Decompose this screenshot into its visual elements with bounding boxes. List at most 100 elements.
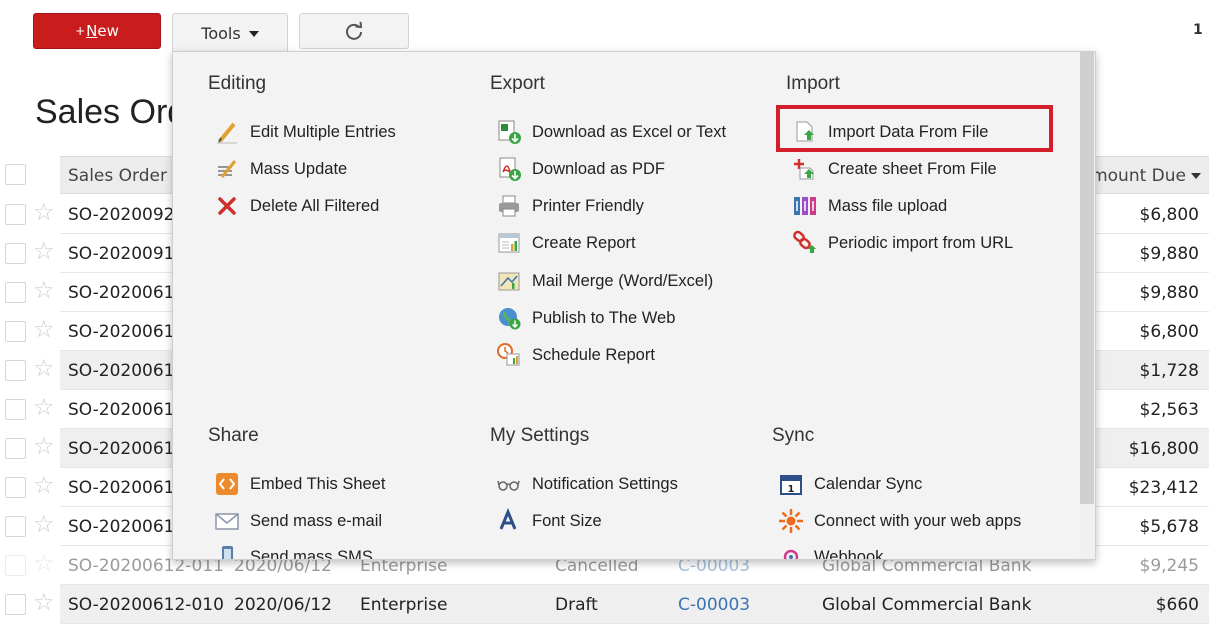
row-checkbox[interactable] bbox=[5, 399, 26, 420]
row-checkbox[interactable] bbox=[5, 477, 26, 498]
menu-item-label: Download as Excel or Text bbox=[532, 122, 727, 141]
menu-item-webhook[interactable]: Webhook bbox=[777, 542, 884, 560]
star-icon[interactable]: ☆ bbox=[33, 278, 55, 302]
envelope-icon bbox=[213, 507, 241, 535]
row-checkbox[interactable] bbox=[5, 516, 26, 537]
menu-item-printer-friendly[interactable]: Printer Friendly bbox=[495, 191, 644, 221]
menu-item-download-pdf[interactable]: Download as PDF bbox=[495, 154, 665, 184]
menu-item-download-excel[interactable]: Download as Excel or Text bbox=[495, 117, 726, 147]
cell-amount: $2,563 bbox=[1139, 400, 1199, 420]
menu-item-label: Create sheet From File bbox=[828, 159, 997, 178]
excel-download-icon bbox=[495, 118, 523, 146]
cell-amount: $16,800 bbox=[1128, 439, 1199, 459]
caret-down-icon bbox=[248, 30, 259, 37]
embed-icon bbox=[213, 470, 241, 498]
star-icon[interactable]: ☆ bbox=[33, 317, 55, 341]
delete-x-icon bbox=[213, 192, 241, 220]
section-title-my-settings: My Settings bbox=[490, 425, 590, 446]
row-checkbox[interactable] bbox=[5, 360, 26, 381]
star-icon[interactable]: ☆ bbox=[33, 590, 55, 614]
menu-item-label: Connect with your web apps bbox=[814, 511, 1022, 530]
menu-item-notification-settings[interactable]: Notification Settings bbox=[495, 469, 678, 499]
star-icon[interactable]: ☆ bbox=[33, 512, 55, 536]
cell-order: SO-20200615 bbox=[68, 283, 174, 303]
menu-item-publish-web[interactable]: Publish to The Web bbox=[495, 303, 675, 333]
mail-merge-icon bbox=[495, 267, 523, 295]
menu-item-mail-merge[interactable]: Mail Merge (Word/Excel) bbox=[495, 266, 713, 296]
menu-item-send-mass-sms[interactable]: Send mass SMS bbox=[213, 542, 373, 560]
menu-item-label: Font Size bbox=[532, 511, 602, 530]
row-checkbox[interactable] bbox=[5, 204, 26, 225]
star-icon[interactable]: ☆ bbox=[33, 356, 55, 380]
row-checkbox[interactable] bbox=[5, 555, 26, 576]
cell-amount: $6,800 bbox=[1139, 205, 1199, 225]
star-icon[interactable]: ☆ bbox=[33, 395, 55, 419]
cell-amount: $9,880 bbox=[1139, 244, 1199, 264]
star-icon[interactable]: ☆ bbox=[33, 239, 55, 263]
font-size-icon bbox=[495, 507, 523, 535]
menu-item-connect-web-apps[interactable]: Connect with your web apps bbox=[777, 506, 1021, 536]
refresh-button[interactable] bbox=[299, 13, 409, 49]
menu-item-create-sheet-from-file[interactable]: Create sheet From File bbox=[791, 154, 997, 184]
cell-customer-link[interactable]: C-00003 bbox=[678, 595, 750, 615]
new-button[interactable]: + New bbox=[33, 13, 161, 49]
phone-icon bbox=[213, 543, 241, 559]
menu-item-label: Send mass SMS bbox=[250, 547, 373, 560]
menu-item-label: Publish to The Web bbox=[532, 308, 676, 327]
star-icon[interactable]: ☆ bbox=[33, 551, 55, 575]
menu-item-label: Schedule Report bbox=[532, 345, 655, 364]
menu-item-label: Create Report bbox=[532, 233, 636, 252]
menu-item-edit-multiple[interactable]: Edit Multiple Entries bbox=[213, 117, 396, 147]
globe-icon bbox=[495, 304, 523, 332]
tools-label: Tools bbox=[201, 24, 241, 43]
menu-item-label: Printer Friendly bbox=[532, 196, 644, 215]
create-sheet-icon bbox=[791, 155, 819, 183]
cell-order: SO-20200612 bbox=[68, 400, 174, 420]
star-icon[interactable]: ☆ bbox=[33, 473, 55, 497]
cell-status: Draft bbox=[555, 595, 598, 615]
pdf-icon bbox=[495, 155, 523, 183]
cell-order: SO-20200612 bbox=[68, 322, 174, 342]
section-title-editing: Editing bbox=[208, 73, 267, 94]
menu-item-label: Periodic import from URL bbox=[828, 233, 1014, 252]
sunburst-icon bbox=[777, 507, 805, 535]
star-icon[interactable]: ☆ bbox=[33, 200, 55, 224]
menu-scrollbar[interactable] bbox=[1079, 52, 1095, 559]
star-icon[interactable]: ☆ bbox=[33, 434, 55, 458]
menu-scrollbar-thumb[interactable] bbox=[1080, 52, 1094, 504]
mass-update-icon bbox=[213, 155, 241, 183]
section-title-export: Export bbox=[490, 73, 545, 94]
cell-amount: $9,880 bbox=[1139, 283, 1199, 303]
menu-item-mass-file-upload[interactable]: Mass file upload bbox=[791, 191, 947, 221]
pager-text: 1 bbox=[1193, 22, 1203, 38]
row-checkbox[interactable] bbox=[5, 321, 26, 342]
menu-item-label: Embed This Sheet bbox=[250, 474, 386, 493]
row-checkbox[interactable] bbox=[5, 438, 26, 459]
column-header-amount[interactable]: Amount Due bbox=[1079, 166, 1201, 186]
select-all-checkbox[interactable] bbox=[5, 164, 26, 185]
menu-item-embed-sheet[interactable]: Embed This Sheet bbox=[213, 469, 385, 499]
menu-item-send-mass-email[interactable]: Send mass e-mail bbox=[213, 506, 382, 536]
row-checkbox[interactable] bbox=[5, 243, 26, 264]
link-chain-icon bbox=[791, 229, 819, 257]
menu-item-label: Notification Settings bbox=[532, 474, 678, 493]
cell-order: SO-20200612 bbox=[68, 361, 174, 381]
tools-button[interactable]: Tools bbox=[172, 13, 288, 53]
table-row[interactable]: ☆ SO-20200612-010 2020/06/12 Enterprise Draf… bbox=[0, 585, 1209, 624]
menu-item-schedule-report[interactable]: Schedule Report bbox=[495, 340, 655, 370]
menu-item-calendar-sync[interactable]: 1 Calendar Sync bbox=[777, 469, 922, 499]
menu-item-create-report[interactable]: Create Report bbox=[495, 228, 636, 258]
row-checkbox[interactable] bbox=[5, 594, 26, 615]
menu-item-delete-all-filtered[interactable]: Delete All Filtered bbox=[213, 191, 379, 221]
column-header-order[interactable]: Sales Order # bbox=[68, 166, 187, 186]
menu-item-font-size[interactable]: Font Size bbox=[495, 506, 602, 536]
cell-date: 2020/06/12 bbox=[234, 595, 332, 615]
cell-type: Enterprise bbox=[360, 595, 448, 615]
menu-item-label: Webhook bbox=[814, 547, 884, 560]
row-checkbox[interactable] bbox=[5, 282, 26, 303]
menu-item-periodic-import-url[interactable]: Periodic import from URL bbox=[791, 228, 1013, 258]
menu-item-label: Mail Merge (Word/Excel) bbox=[532, 271, 714, 290]
menu-item-mass-update[interactable]: Mass Update bbox=[213, 154, 347, 184]
cell-order: SO-20200910 bbox=[68, 244, 174, 264]
pencil-icon bbox=[213, 118, 241, 146]
